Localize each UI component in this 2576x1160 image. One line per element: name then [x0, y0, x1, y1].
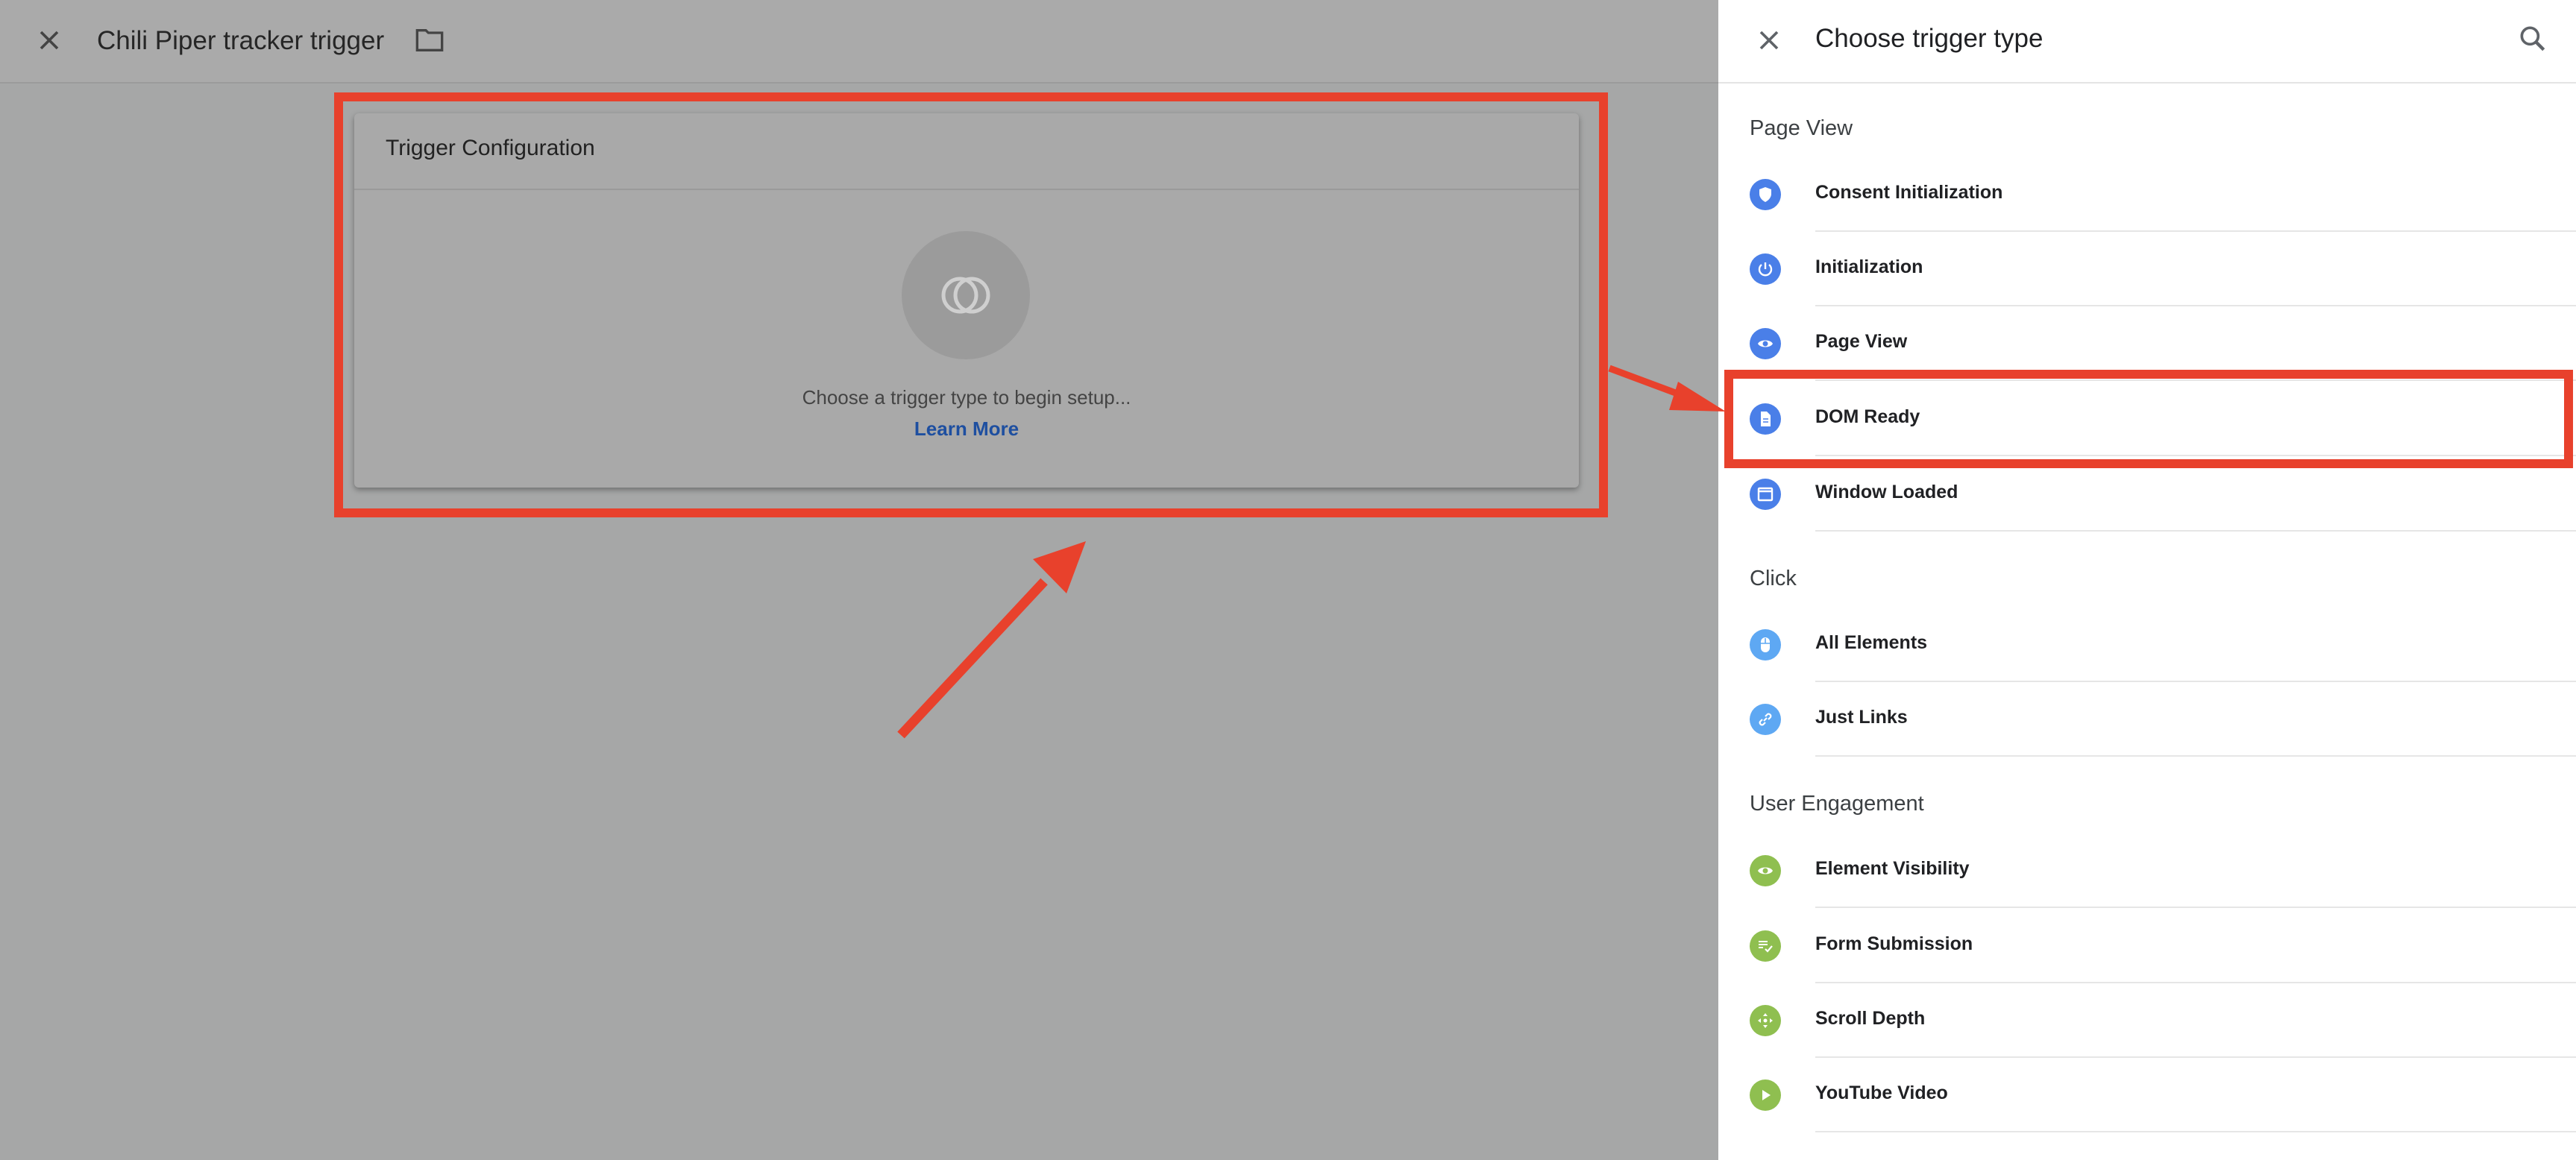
section-title-user-engagement: User Engagement	[1750, 792, 1924, 816]
trigger-item-initialization[interactable]: Initialization	[1718, 231, 2576, 306]
panel-header: Choose trigger type	[1718, 0, 2576, 83]
annotation-box-dom-ready	[1724, 370, 2573, 468]
close-icon[interactable]	[1753, 24, 1785, 57]
trigger-item-label: Form Submission	[1815, 933, 1973, 954]
trigger-item-element-visibility[interactable]: Element Visibility	[1718, 833, 2576, 908]
scroll-arrows-icon	[1750, 1005, 1781, 1036]
trigger-item-page-view[interactable]: Page View	[1718, 306, 2576, 381]
divider	[1815, 1131, 2576, 1132]
trigger-item-label: Initialization	[1815, 256, 1923, 277]
trigger-item-just-links[interactable]: Just Links	[1718, 681, 2576, 757]
shield-icon	[1750, 179, 1781, 210]
trigger-item-form-submission[interactable]: Form Submission	[1718, 908, 2576, 983]
eye-icon	[1750, 328, 1781, 359]
trigger-item-consent-initialization[interactable]: Consent Initialization	[1718, 157, 2576, 232]
link-icon	[1750, 704, 1781, 735]
choose-trigger-type-panel: Choose trigger type Page View Consent In…	[1718, 0, 2576, 1160]
close-icon[interactable]	[33, 24, 66, 57]
power-icon	[1750, 253, 1781, 285]
trigger-item-label: Window Loaded	[1815, 482, 1958, 502]
trigger-item-label: All Elements	[1815, 632, 1928, 653]
trigger-item-scroll-depth[interactable]: Scroll Depth	[1718, 983, 2576, 1058]
search-icon[interactable]	[2516, 22, 2549, 55]
folder-icon[interactable]	[415, 27, 444, 54]
section-title-click: Click	[1750, 567, 1797, 590]
window-icon	[1750, 479, 1781, 510]
trigger-item-label: Just Links	[1815, 707, 1908, 728]
trigger-item-label: Scroll Depth	[1815, 1008, 1926, 1029]
divider	[1815, 530, 2576, 532]
editor-header: Chili Piper tracker trigger	[0, 0, 1718, 83]
trigger-item-label: YouTube Video	[1815, 1082, 1948, 1103]
panel-title: Choose trigger type	[1815, 24, 2043, 53]
play-icon	[1750, 1079, 1781, 1111]
trigger-item-label: Element Visibility	[1815, 858, 1970, 879]
trigger-item-label: Page View	[1815, 331, 1908, 352]
eye-icon	[1750, 855, 1781, 886]
annotation-box-trigger-configuration	[334, 92, 1608, 517]
trigger-item-youtube-video[interactable]: YouTube Video	[1718, 1057, 2576, 1132]
trigger-name[interactable]: Chili Piper tracker trigger	[97, 22, 384, 60]
mouse-icon	[1750, 629, 1781, 661]
section-title-page-view: Page View	[1750, 116, 1853, 140]
form-check-icon	[1750, 930, 1781, 962]
trigger-item-all-elements[interactable]: All Elements	[1718, 607, 2576, 682]
trigger-item-label: Consent Initialization	[1815, 182, 2003, 203]
divider	[1815, 755, 2576, 757]
